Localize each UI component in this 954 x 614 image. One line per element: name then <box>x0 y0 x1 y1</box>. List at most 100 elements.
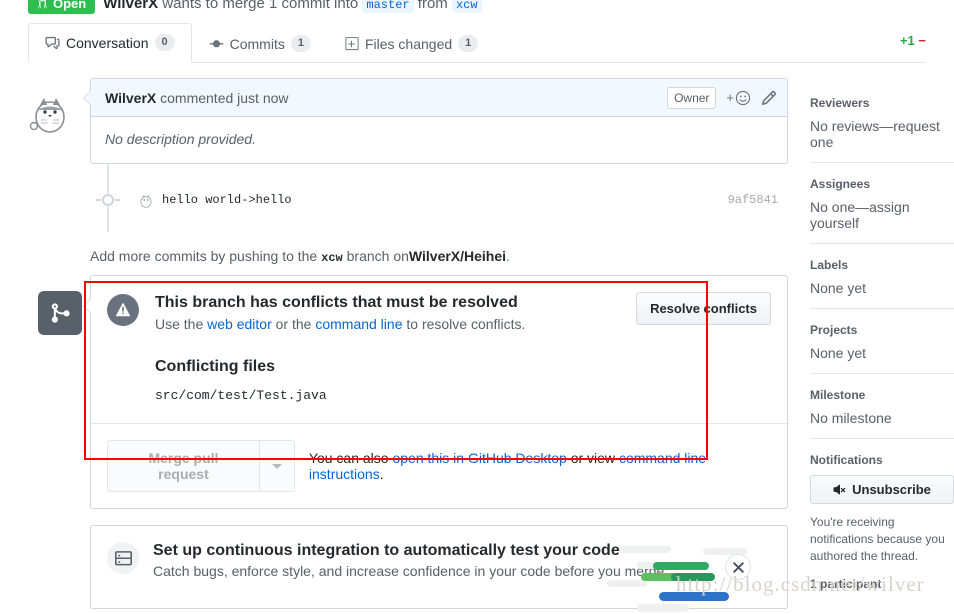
merge-actions: Merge pull request You can also open thi… <box>91 423 787 508</box>
diffstat-deletions: − <box>918 33 926 48</box>
notifications-note: You're receiving notifications because y… <box>810 515 945 563</box>
sidebar-title-milestone[interactable]: Milestone <box>810 388 954 402</box>
comment-header: WilverX commented just now Owner + <box>91 79 787 117</box>
sidebar-title-notifications: Notifications <box>810 453 883 467</box>
ci-promo-subtitle: Catch bugs, enforce style, and increase … <box>153 563 669 579</box>
sidebar-section-notifications: Notifications Unsubscribe You're receivi… <box>810 438 954 603</box>
chevron-down-icon <box>271 463 282 469</box>
conflict-text-group: This branch has conflicts that must be r… <box>155 292 525 332</box>
diffstat-additions: +1 <box>899 33 915 48</box>
github-desktop-link[interactable]: open this in GitHub Desktop <box>392 450 566 466</box>
commit-sha[interactable]: 9af5841 <box>728 193 778 207</box>
conflict-sub-suffix: to resolve conflicts. <box>406 316 526 332</box>
command-line-link[interactable]: command line <box>315 316 402 332</box>
comment-body: No description provided. <box>105 131 256 147</box>
ci-promo-illustration <box>607 546 747 612</box>
conflicting-files-heading: Conflicting files <box>155 358 275 375</box>
add-more-commits-note: Add more commits by pushing to the xcw b… <box>90 232 788 275</box>
git-pull-request-icon <box>38 0 47 8</box>
pr-sidebar: Reviewers No reviews—request one Assigne… <box>810 96 954 603</box>
sidebar-value-reviewers: No reviews—request one <box>810 118 940 150</box>
base-branch-chip[interactable]: master <box>362 0 414 13</box>
pr-header: Open WilverX wants to merge 1 commit int… <box>28 0 482 14</box>
pr-wants-text: wants to merge <box>162 0 265 12</box>
merge-note-suffix: . <box>379 466 384 482</box>
ci-promo-text: Set up continuous integration to automat… <box>153 542 668 579</box>
commit-row: hello world->hello 9af5841 <box>90 182 788 218</box>
merge-note-middle: or view <box>570 450 616 466</box>
pr-commit-count: 1 commit <box>269 0 330 12</box>
conflicting-file-item: src/com/test/Test.java <box>155 388 327 403</box>
commit-author-avatar <box>140 194 152 208</box>
ci-promo-dismiss-button[interactable] <box>725 554 751 580</box>
comment-byline: WilverX commented just now <box>105 90 289 106</box>
ci-promo-title: Set up continuous integration to automat… <box>153 542 620 559</box>
comment-action: commented just now <box>160 89 289 106</box>
edit-comment-button[interactable] <box>761 90 777 106</box>
sidebar-section-milestone: Milestone No milestone <box>810 373 954 438</box>
unsubscribe-label: Unsubscribe <box>852 482 931 497</box>
tab-files-changed-count: 1 <box>458 35 479 52</box>
ci-promo-box: Set up continuous integration to automat… <box>90 525 788 612</box>
tab-conversation-count: 0 <box>154 34 175 51</box>
sidebar-title-labels[interactable]: Labels <box>810 258 954 272</box>
conflict-title: This branch has conflicts that must be r… <box>155 294 518 311</box>
sidebar-title-projects[interactable]: Projects <box>810 323 954 337</box>
commit-message[interactable]: hello world->hello <box>162 193 292 207</box>
comment-discussion-icon <box>45 36 60 49</box>
add-more-middle: branch on <box>346 248 409 264</box>
mute-icon <box>833 484 846 495</box>
add-reaction-button[interactable]: + <box>726 90 751 106</box>
git-commit-icon <box>209 39 224 47</box>
participants-count: 1 participant <box>810 577 882 591</box>
tab-commits-count: 1 <box>290 35 311 52</box>
sidebar-section-assignees: Assignees No one—assign yourself <box>810 162 954 243</box>
sidebar-section-projects: Projects None yet <box>810 308 954 373</box>
sidebar-title-assignees[interactable]: Assignees <box>810 177 954 191</box>
unsubscribe-button[interactable]: Unsubscribe <box>810 475 954 504</box>
comment-card: WilverX commented just now Owner + No de… <box>83 78 788 164</box>
pr-into-word: into <box>334 0 359 12</box>
pr-state-label: Open <box>53 0 87 11</box>
merge-options-dropdown[interactable] <box>258 440 295 492</box>
commit-dot-icon <box>96 194 120 206</box>
close-icon <box>732 561 744 573</box>
sidebar-value-labels: None yet <box>810 280 867 296</box>
pull-request-page: Open WilverX wants to merge 1 commit int… <box>0 0 954 614</box>
add-more-prefix: Add more commits by pushing to the <box>90 248 318 264</box>
add-more-suffix: . <box>506 248 510 264</box>
merge-note: You can also open this in GitHub Desktop… <box>309 450 771 482</box>
merge-note-prefix: You can also <box>308 450 389 466</box>
diffstat: +1 − <box>900 33 926 48</box>
tab-commits-label: Commits <box>229 35 285 52</box>
sidebar-title-reviewers[interactable]: Reviewers <box>810 96 954 110</box>
merge-panel: This branch has conflicts that must be r… <box>83 275 788 509</box>
pr-from-word: from <box>417 0 448 12</box>
merge-pull-request-button[interactable]: Merge pull request <box>107 440 259 492</box>
pr-state-badge: Open <box>28 0 96 14</box>
comment-header-actions: Owner + <box>667 86 777 109</box>
avatar[interactable] <box>28 90 72 134</box>
sidebar-value-projects: None yet <box>810 345 867 361</box>
conflict-sub-middle: or the <box>275 316 312 332</box>
comment-author[interactable]: WilverX <box>105 90 156 106</box>
server-icon <box>114 550 132 565</box>
merge-status-block: This branch has conflicts that must be r… <box>28 275 788 509</box>
add-more-repo: WilverX/Heihei <box>408 248 507 264</box>
alert-icon <box>107 294 139 326</box>
merge-button-group: Merge pull request <box>107 440 295 492</box>
tab-files-changed[interactable]: Files changed 1 <box>328 24 495 63</box>
diff-icon <box>345 36 359 51</box>
sidebar-value-milestone: No milestone <box>810 410 892 426</box>
sidebar-section-reviewers: Reviewers No reviews—request one <box>810 96 954 162</box>
conflict-subtitle: Use the web editor or the command line t… <box>155 316 525 332</box>
head-branch-chip[interactable]: xcw <box>451 0 482 13</box>
smiley-icon <box>735 90 751 105</box>
tab-commits[interactable]: Commits 1 <box>192 24 328 63</box>
git-merge-icon <box>51 303 70 323</box>
resolve-conflicts-button[interactable]: Resolve conflicts <box>636 292 771 325</box>
tab-conversation[interactable]: Conversation 0 <box>28 23 192 63</box>
pr-tabbar: Conversation 0 Commits 1 Files changed 1… <box>28 20 926 63</box>
web-editor-link[interactable]: web editor <box>207 316 272 332</box>
alert-triangle-icon <box>115 302 131 317</box>
